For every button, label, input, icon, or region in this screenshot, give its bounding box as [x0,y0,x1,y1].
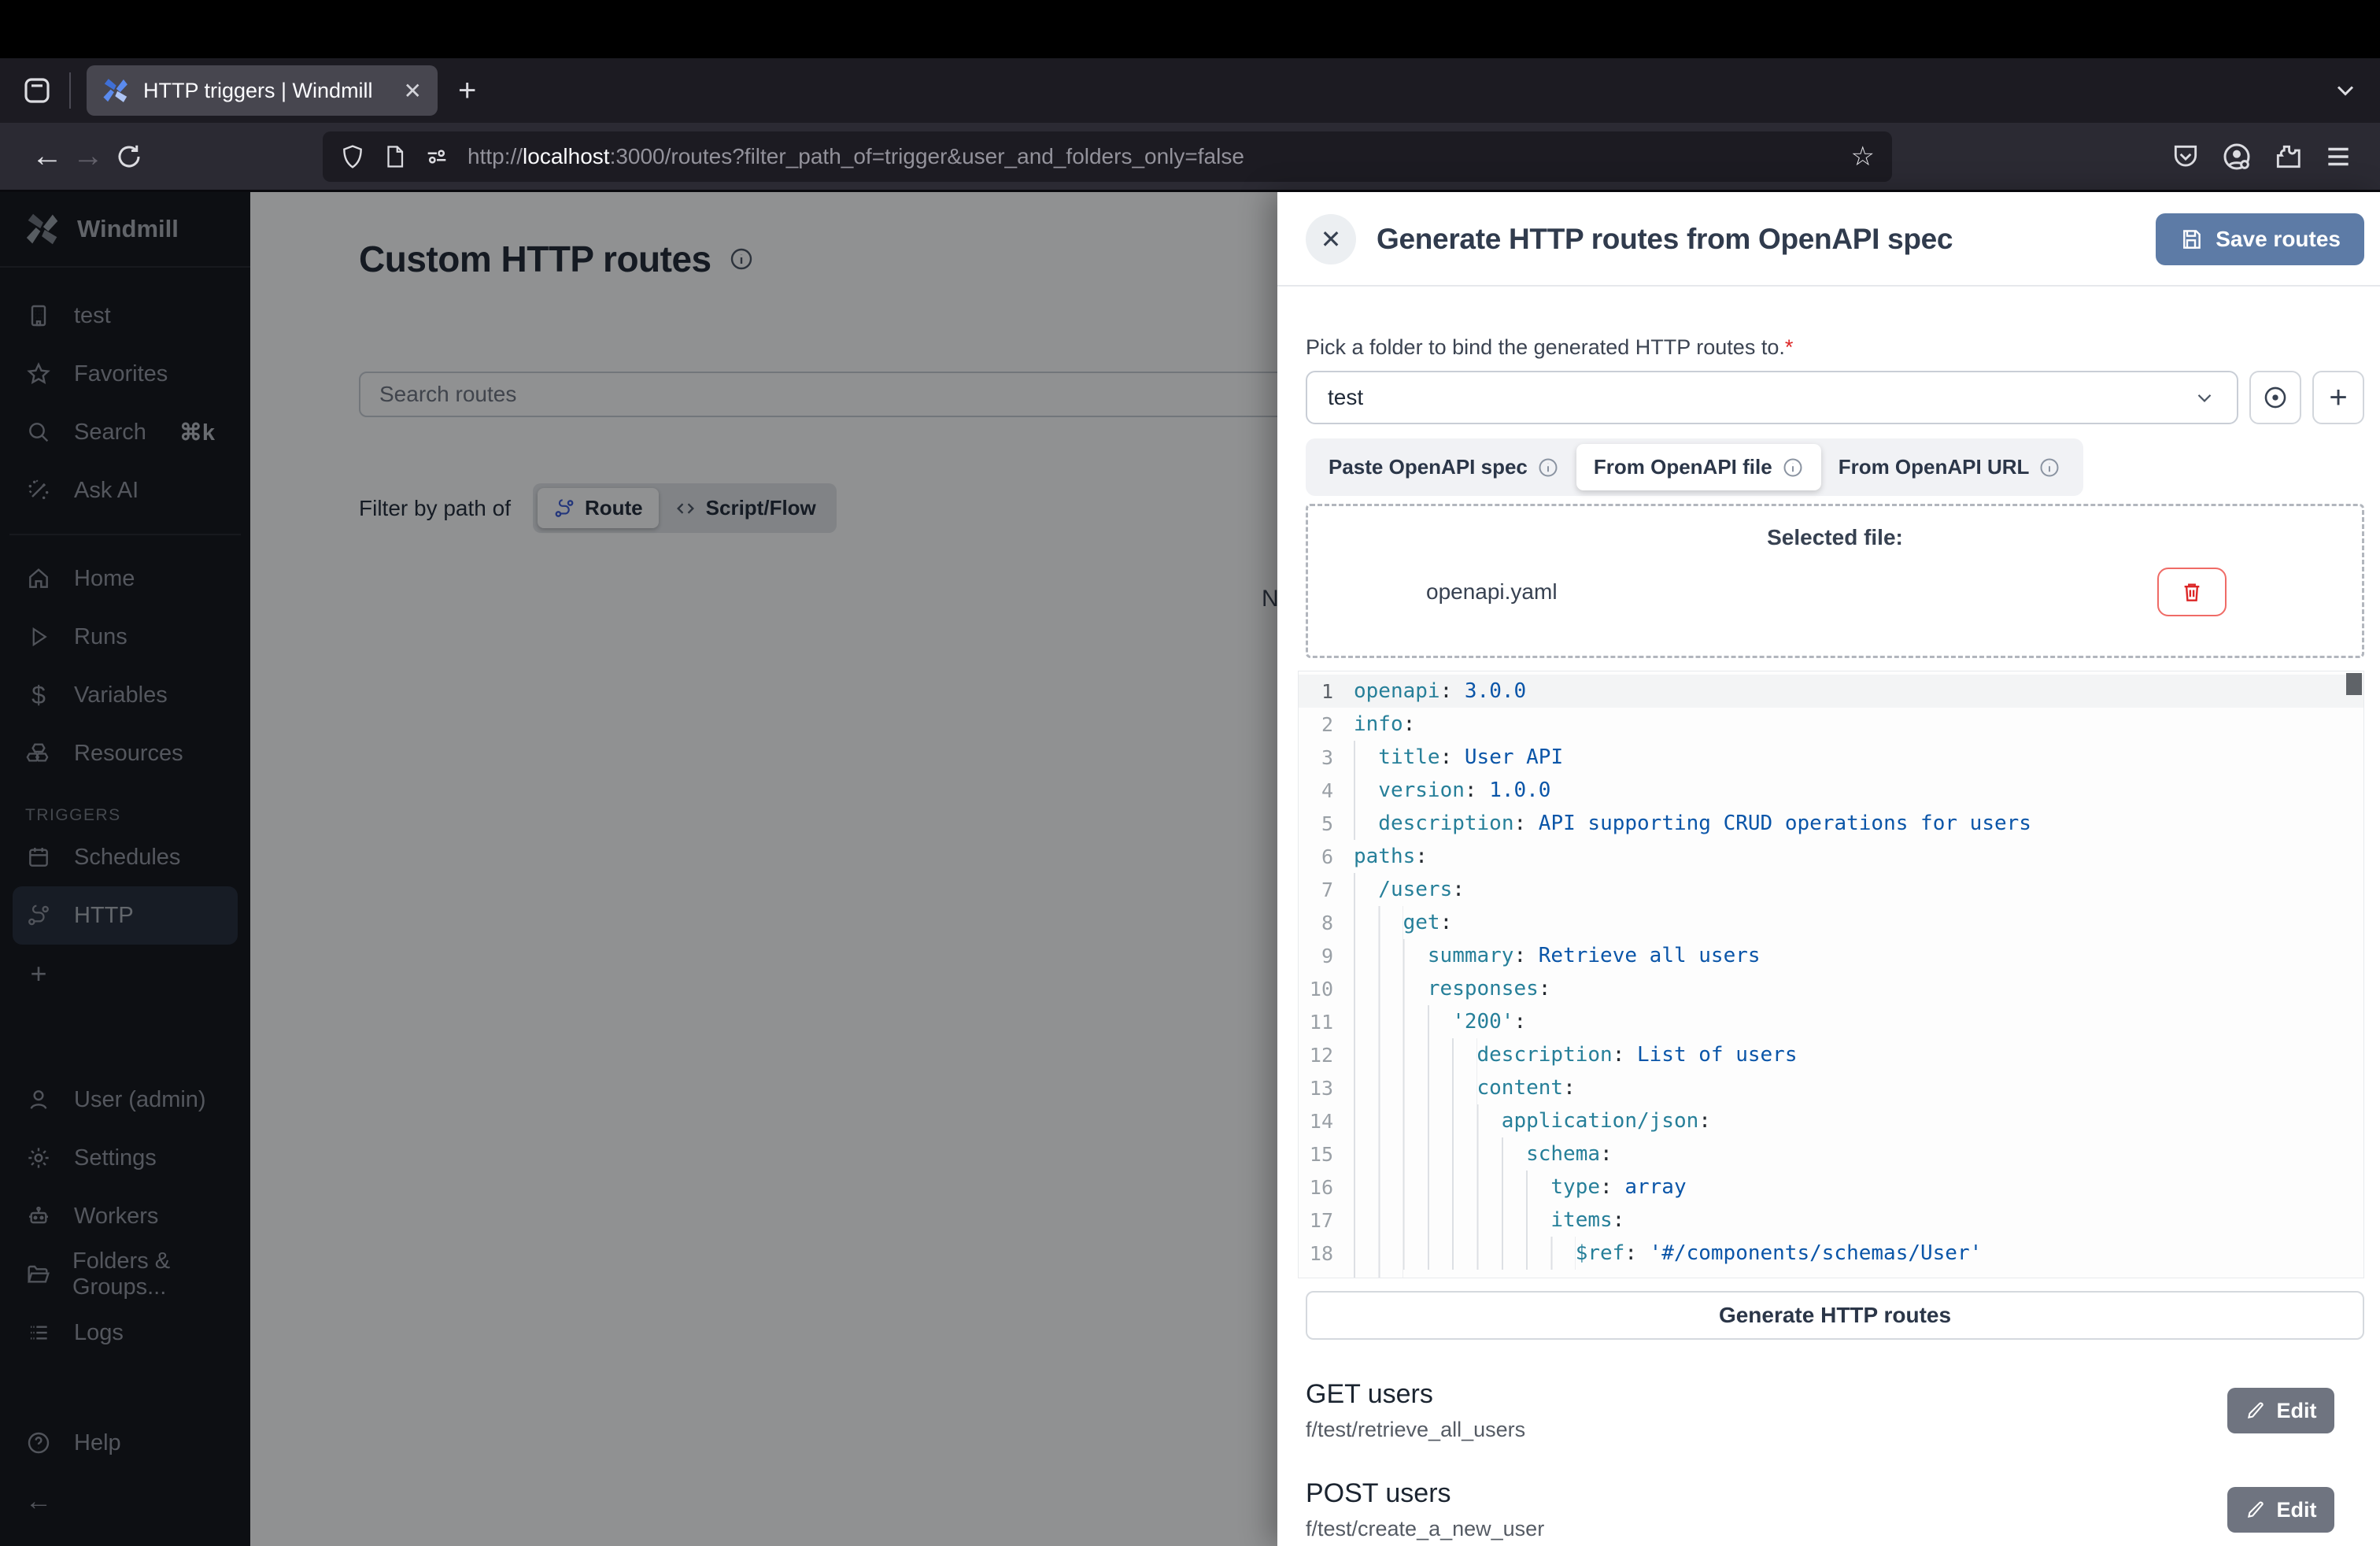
openapi-drawer: ✕ Generate HTTP routes from OpenAPI spec… [1277,192,2380,1546]
tab-list-chevron-icon[interactable] [2331,76,2360,105]
info-icon [1537,457,1559,479]
reload-button[interactable] [109,142,150,171]
selected-file-box: Selected file: openapi.yaml [1306,504,2364,658]
folder-select-value: test [1328,385,1363,410]
back-button[interactable]: ← [27,139,68,174]
shield-icon[interactable] [340,144,365,169]
tab-label: Paste OpenAPI spec [1329,455,1528,479]
drawer-title: Generate HTTP routes from OpenAPI spec [1377,223,1953,256]
editor-scrollbar-thumb[interactable] [2346,673,2362,695]
tab-manager-icon[interactable] [20,74,54,107]
selected-file-name: openapi.yaml [1426,579,1558,605]
edit-label: Edit [2277,1498,2317,1522]
save-routes-button[interactable]: Save routes [2156,213,2364,265]
windmill-favicon [102,77,129,104]
tab-close-icon[interactable]: ✕ [404,78,422,104]
route-title: GET users [1306,1379,1525,1410]
save-icon [2179,227,2203,251]
remove-file-button[interactable] [2157,568,2227,616]
route-row-post-users: POST users f/test/create_a_new_user Edit [1306,1478,2364,1541]
extensions-puzzle-icon[interactable] [2273,142,2303,172]
folder-select[interactable]: test [1306,371,2238,424]
menu-hamburger-icon[interactable] [2323,142,2353,172]
browser-tab-bar: HTTP triggers | Windmill ✕ + [0,58,2380,123]
view-folder-button[interactable] [2249,371,2301,424]
save-routes-label: Save routes [2216,227,2341,252]
selected-file-caption: Selected file: [1308,525,2362,550]
url-text: http://localhost:3000/routes?filter_path… [468,144,1834,169]
plus-icon: + [2329,380,2347,416]
page-info-icon[interactable] [382,144,406,169]
tab-from-openapi-file[interactable]: From OpenAPI file [1576,444,1821,490]
route-title: POST users [1306,1478,1544,1509]
new-tab-button[interactable]: + [458,73,476,109]
bookmark-star-icon[interactable]: ☆ [1851,141,1875,172]
trash-icon [2180,580,2204,604]
add-folder-button[interactable]: + [2312,371,2364,424]
pencil-icon [2245,1400,2266,1421]
tab-paste-openapi-spec[interactable]: Paste OpenAPI spec [1311,444,1576,490]
drawer-divider [1277,285,2380,287]
drawer-backdrop[interactable] [0,192,1277,1546]
generate-label: Generate HTTP routes [1719,1303,1951,1328]
pocket-icon[interactable] [2171,142,2201,172]
edit-route-button[interactable]: Edit [2227,1487,2334,1533]
chevron-down-icon [2193,386,2216,409]
info-icon [2038,457,2060,479]
browser-tab[interactable]: HTTP triggers | Windmill ✕ [87,65,438,116]
app-window: Windmill test Favorites Search ⌘k [0,192,2380,1546]
route-path: f/test/create_a_new_user [1306,1517,1544,1541]
account-icon[interactable] [2221,141,2252,172]
tab-label: From OpenAPI file [1594,455,1772,479]
browser-toolbar: ← → http://localhost:3000/routes?filter_… [0,123,2380,192]
folder-field-label: Pick a folder to bind the generated HTTP… [1306,335,2364,360]
permissions-icon[interactable] [423,143,450,170]
forward-button[interactable]: → [68,139,109,174]
route-row-get-users: GET users f/test/retrieve_all_users Edit [1306,1379,2364,1442]
required-asterisk: * [1785,335,1794,359]
url-bar[interactable]: http://localhost:3000/routes?filter_path… [323,131,1892,182]
window-top-strip [0,0,2380,58]
code-lines: 1openapi: 3.0.02info:3title: User API4ve… [1299,675,2363,1278]
openapi-source-tabs: Paste OpenAPI spec From OpenAPI file Fro… [1306,438,2083,496]
tabbar-separator [69,72,71,109]
pencil-icon [2245,1500,2266,1520]
tab-label: From OpenAPI URL [1839,455,2030,479]
close-drawer-button[interactable]: ✕ [1306,214,1356,264]
edit-label: Edit [2277,1399,2317,1423]
route-path: f/test/retrieve_all_users [1306,1418,1525,1442]
generate-http-routes-button[interactable]: Generate HTTP routes [1306,1291,2364,1340]
openapi-code-editor[interactable]: 1openapi: 3.0.02info:3title: User API4ve… [1298,671,2364,1278]
tab-from-openapi-url[interactable]: From OpenAPI URL [1821,444,2079,490]
edit-route-button[interactable]: Edit [2227,1388,2334,1433]
eye-icon [2262,384,2289,411]
tab-title: HTTP triggers | Windmill [143,79,390,103]
info-icon [1782,457,1804,479]
